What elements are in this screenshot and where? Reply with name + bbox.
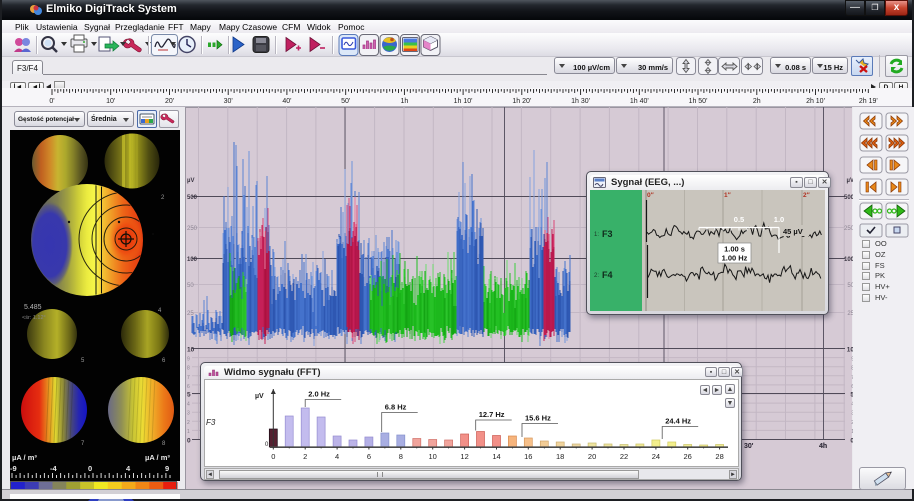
svg-text:4: 4: [126, 464, 131, 473]
svg-text:2h: 2h: [753, 98, 761, 105]
svg-text:1h: 1h: [401, 98, 409, 105]
svg-text:5: 5: [81, 358, 85, 364]
svg-text:0: 0: [88, 464, 92, 473]
svg-text:40': 40': [282, 98, 291, 105]
svg-text:1h 10': 1h 10': [454, 98, 473, 105]
svg-text:5.485: 5.485: [24, 304, 42, 311]
svg-text:µA / m³: µA / m³: [145, 453, 170, 462]
svg-text:50': 50': [341, 98, 350, 105]
svg-text:-9: -9: [10, 464, 17, 473]
svg-text:6: 6: [162, 358, 166, 364]
svg-text:7: 7: [81, 441, 85, 447]
svg-text:<śr: 1.12°: <śr: 1.12°: [22, 315, 46, 321]
svg-text:4: 4: [158, 308, 162, 314]
svg-text:9: 9: [165, 464, 169, 473]
svg-text:30': 30': [224, 98, 233, 105]
svg-text:10': 10': [106, 98, 115, 105]
svg-text:8: 8: [162, 441, 166, 447]
svg-text:µA / m³: µA / m³: [12, 453, 37, 462]
svg-text:2h 19': 2h 19': [859, 98, 878, 105]
svg-text:2h 10': 2h 10': [806, 98, 825, 105]
svg-text:-4: -4: [50, 464, 57, 473]
svg-text:1h 20': 1h 20': [512, 98, 531, 105]
svg-text:0': 0': [49, 98, 54, 105]
svg-text:2: 2: [161, 195, 165, 201]
svg-text:1h 50': 1h 50': [689, 98, 708, 105]
svg-text:1h 30': 1h 30': [571, 98, 590, 105]
svg-text:20': 20': [165, 98, 174, 105]
svg-text:1h 40': 1h 40': [630, 98, 649, 105]
